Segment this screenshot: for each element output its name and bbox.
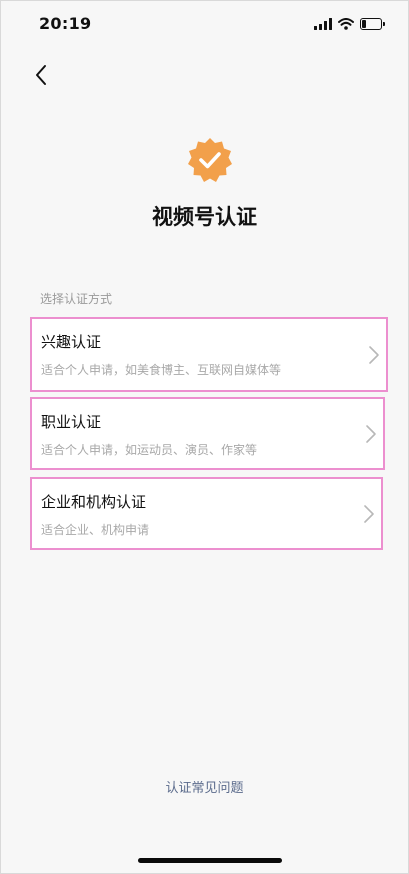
status-time: 20:19 (39, 14, 92, 33)
wifi-icon (338, 18, 354, 30)
chevron-right-icon (366, 424, 376, 443)
back-button[interactable] (29, 63, 53, 87)
page-title: 视频号认证 (152, 205, 257, 229)
chevron-left-icon (36, 65, 46, 85)
option-organization-certification[interactable]: 企业和机构认证 适合企业、机构申请 (30, 477, 383, 550)
option-interest-certification[interactable]: 兴趣认证 适合个人申请，如美食博主、互联网自媒体等 (30, 317, 388, 392)
option-description: 适合企业、机构申请 (41, 523, 150, 537)
option-description: 适合个人申请，如运动员、演员、作家等 (41, 443, 258, 457)
chevron-right-icon (364, 504, 374, 523)
option-description: 适合个人申请，如美食博主、互联网自媒体等 (41, 363, 282, 377)
chevron-right-icon (369, 345, 379, 364)
option-title: 兴趣认证 (41, 333, 102, 351)
faq-link[interactable]: 认证常见问题 (1, 777, 408, 796)
section-label: 选择认证方式 (40, 292, 113, 306)
verified-badge-icon (188, 138, 232, 182)
option-professional-certification[interactable]: 职业认证 适合个人申请，如运动员、演员、作家等 (30, 397, 385, 470)
home-indicator[interactable] (138, 858, 282, 863)
battery-icon (360, 18, 385, 30)
cellular-signal-icon (314, 18, 332, 30)
option-title: 企业和机构认证 (41, 493, 147, 511)
screen: 20:19 视频号认证 选择认证方式 兴趣认证 适合个人申请，如美食博主、互联网… (0, 0, 409, 874)
status-icons (314, 15, 385, 33)
option-title: 职业认证 (41, 413, 102, 431)
